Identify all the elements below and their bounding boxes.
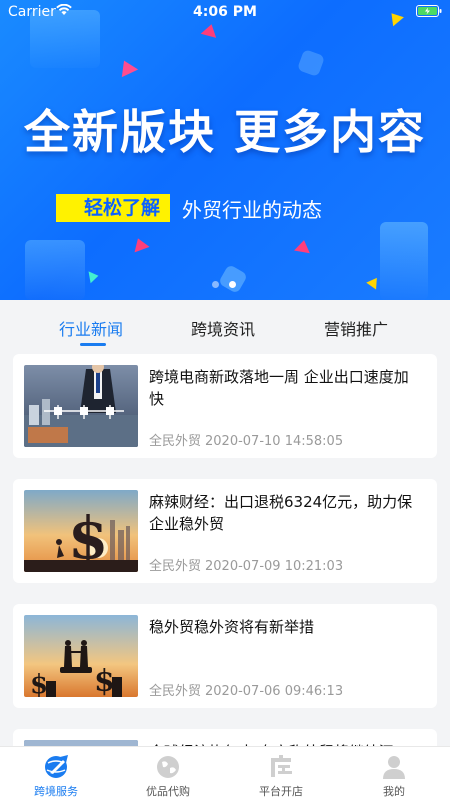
svg-text:$: $ xyxy=(30,670,48,697)
news-date: 2020-07-09 10:21:03 xyxy=(205,559,344,574)
news-source: 全民外贸 xyxy=(149,684,202,699)
news-title[interactable]: 麻辣财经：出口退税6324亿元，助力保企业稳外贸 xyxy=(149,491,421,535)
news-card[interactable]: 跨境电商新政落地一周 企业出口速度加快 全民外贸 2020-07-10 14:58… xyxy=(13,354,437,458)
tabbar-label: 我的 xyxy=(383,785,405,798)
tabbar-item-open-store[interactable]: 平台开店 xyxy=(225,747,337,800)
decor-triangle xyxy=(294,238,312,254)
news-thumbnail: $ $ xyxy=(24,615,138,697)
decor-cube xyxy=(217,263,249,295)
news-title[interactable]: 跨境电商新政落地一周 企业出口速度加快 xyxy=(149,366,421,410)
banner-highlight: 轻松了解 xyxy=(56,194,171,222)
news-card[interactable]: $ $ 稳外贸稳外资将有新举措 全民外贸 2020-07-06 09:46:13 xyxy=(13,604,437,708)
banner-subline: 轻松了解 外贸行业的动态 xyxy=(56,193,322,223)
tabbar-label: 跨境服务 xyxy=(34,785,78,798)
decor-cube xyxy=(380,222,428,300)
decor-triangle xyxy=(200,22,220,38)
status-bar: Carrier 4:06 PM xyxy=(0,0,450,24)
tab-industry-news[interactable]: 行业新闻 xyxy=(59,316,123,340)
news-thumbnail xyxy=(24,365,138,447)
carousel-dot[interactable] xyxy=(212,281,219,288)
news-thumbnail: $ xyxy=(24,490,138,572)
plane-globe-icon xyxy=(42,753,70,781)
decor-cube xyxy=(296,48,326,78)
news-source: 全民外贸 xyxy=(149,434,202,449)
promo-banner[interactable]: 全新版块 更多内容 轻松了解 外贸行业的动态 xyxy=(0,0,450,300)
category-tabs: 行业新闻 跨境资讯 营销推广 xyxy=(0,300,450,352)
news-meta: 全民外贸 2020-07-09 10:21:03 xyxy=(149,555,343,574)
tabbar-item-cross-border[interactable]: 跨境服务 xyxy=(0,747,112,800)
active-tab-indicator xyxy=(80,343,106,346)
tabbar-item-shopping[interactable]: 优品代购 xyxy=(112,747,224,800)
banner-subtext: 外贸行业的动态 xyxy=(182,197,323,222)
news-date: 2020-07-10 14:58:05 xyxy=(205,434,344,449)
news-card[interactable]: $ 麻辣财经：出口退税6324亿元，助力保企业稳外贸 全民外贸 2020-07-0… xyxy=(13,479,437,583)
tabbar-label: 平台开店 xyxy=(259,785,303,798)
decor-triangle xyxy=(115,56,139,78)
store-icon xyxy=(267,753,295,781)
decor-cube xyxy=(25,240,85,300)
globe-icon xyxy=(154,753,182,781)
tabbar-label: 优品代购 xyxy=(146,785,190,798)
carousel-dot-active[interactable] xyxy=(229,281,236,288)
news-date: 2020-07-06 09:46:13 xyxy=(205,684,344,699)
decor-triangle xyxy=(88,269,100,284)
news-source: 全民外贸 xyxy=(149,559,202,574)
banner-headline: 全新版块 更多内容 xyxy=(23,105,426,159)
news-meta: 全民外贸 2020-07-06 09:46:13 xyxy=(149,680,343,699)
battery-icon xyxy=(416,5,442,21)
news-meta: 全民外贸 2020-07-10 14:58:05 xyxy=(149,430,343,449)
bottom-tab-bar: 跨境服务 优品代购 平台开店 我的 xyxy=(0,746,450,800)
tab-cross-border-info[interactable]: 跨境资讯 xyxy=(191,316,255,340)
clock: 4:06 PM xyxy=(193,4,257,20)
user-icon xyxy=(380,753,408,781)
svg-text:$: $ xyxy=(94,664,115,697)
news-title[interactable]: 稳外贸稳外资将有新举措 xyxy=(149,616,421,638)
tabbar-item-profile[interactable]: 我的 xyxy=(338,747,450,800)
tab-marketing[interactable]: 营销推广 xyxy=(324,316,388,340)
carousel-indicator xyxy=(212,281,236,288)
decor-triangle xyxy=(130,235,150,253)
